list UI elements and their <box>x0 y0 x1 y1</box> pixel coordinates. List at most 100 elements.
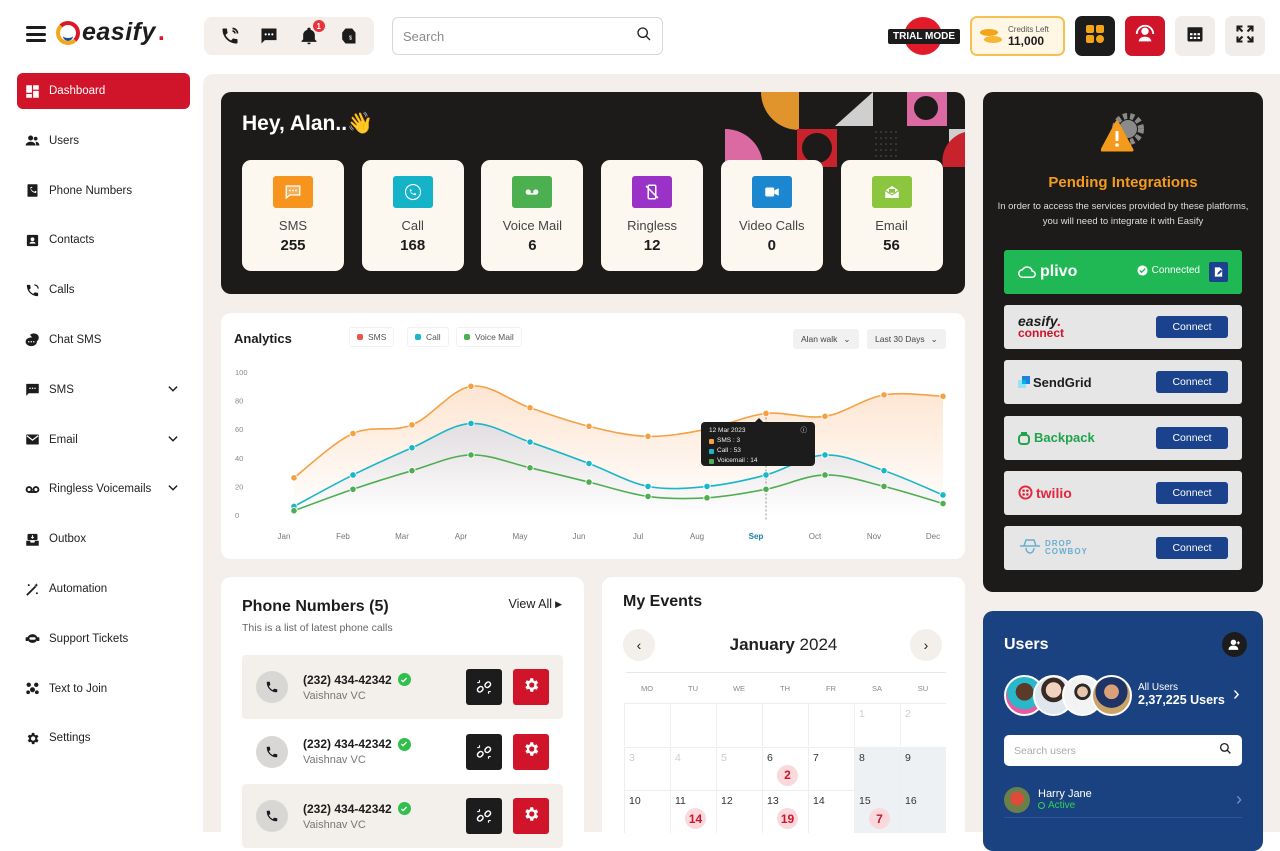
stat-card-email[interactable]: Email 56 <box>840 160 943 271</box>
settings-button[interactable] <box>513 733 549 770</box>
analytics-line-chart[interactable]: 0 20 40 60 80 100 Jan Feb Mar Apr May Jun Jul Aug Sep O… <box>221 313 965 559</box>
unlink-button[interactable] <box>466 733 502 770</box>
users-count: 2,37,225 Users <box>1138 693 1225 707</box>
calendar-day[interactable]: 16 <box>900 790 946 833</box>
connect-button[interactable]: Connect <box>1156 371 1228 394</box>
calendar-day[interactable]: 11 14 <box>670 790 716 833</box>
data-point-sms <box>290 474 298 482</box>
calendar-day[interactable] <box>624 703 670 746</box>
calendar-day[interactable]: 3 <box>624 746 670 790</box>
add-user-button[interactable] <box>1222 632 1247 657</box>
all-users-link[interactable]: All Users 2,37,225 Users <box>1138 681 1225 707</box>
calendar-day[interactable]: 14 <box>808 790 854 833</box>
gear-icon <box>25 731 40 746</box>
calendar-day[interactable]: 62 <box>762 746 808 790</box>
greeting-text: Hey, Alan.. <box>242 112 348 135</box>
sidebar-item-ringless-voicemails[interactable]: Ringless Voicemails <box>17 471 190 507</box>
stat-card-video-calls[interactable]: Video Calls 0 <box>720 160 823 271</box>
sidebar-item-settings[interactable]: Settings <box>17 720 190 756</box>
user-list-item[interactable]: Harry Jane Active › <box>1004 782 1242 818</box>
chevron-right-icon[interactable]: › <box>1233 683 1240 706</box>
stat-card-call[interactable]: Call 168 <box>361 160 464 271</box>
connect-button[interactable]: Connect <box>1156 481 1228 504</box>
calendar-day[interactable]: 8 <box>854 746 900 790</box>
phone-number: (232) 434-42342 <box>303 672 392 687</box>
support-agent-button[interactable] <box>1125 16 1165 56</box>
chat-icon[interactable] <box>257 24 281 48</box>
calendar-day[interactable]: 4 <box>670 746 716 790</box>
group-icon <box>25 681 40 696</box>
sidebar-item-sms[interactable]: SMS <box>17 372 190 408</box>
menu-toggle-button[interactable] <box>26 26 46 42</box>
search-input[interactable] <box>403 28 636 44</box>
broken-link-icon <box>476 809 492 823</box>
bell-icon[interactable]: 1 <box>297 20 325 48</box>
apps-button[interactable] <box>1075 16 1115 56</box>
connect-button[interactable]: Connect <box>1156 316 1228 339</box>
credits-widget[interactable]: Credits Left 11,000 <box>970 16 1065 56</box>
sidebar-item-email[interactable]: Email <box>17 422 190 458</box>
data-point-sms <box>880 391 888 399</box>
price-tag-icon[interactable]: $ <box>336 24 360 48</box>
next-month-button[interactable]: › <box>910 629 942 661</box>
sidebar-item-support-tickets[interactable]: Support Tickets <box>17 621 190 657</box>
calendar-day[interactable]: 5 <box>716 746 762 790</box>
edit-integration-button[interactable] <box>1209 262 1228 282</box>
calendar-day[interactable]: 13 19 <box>762 790 808 833</box>
search-icon[interactable] <box>636 26 652 47</box>
integration-row-twilio: twilio Connect <box>1004 470 1242 515</box>
sidebar-item-text-to-join[interactable]: Text to Join <box>17 671 190 707</box>
unlink-button[interactable] <box>466 798 502 834</box>
users-search-input[interactable] <box>1014 744 1219 757</box>
calendar-day[interactable] <box>762 703 808 746</box>
sidebar-item-calls[interactable]: Calls <box>17 272 190 308</box>
stat-label: Video Calls <box>739 218 805 233</box>
search-icon[interactable] <box>1219 742 1232 760</box>
calendar-day[interactable]: 12 <box>716 790 762 833</box>
sidebar-item-label: Text to Join <box>49 682 108 695</box>
prev-month-button[interactable]: ‹ <box>623 629 655 661</box>
calendar-day[interactable] <box>808 703 854 746</box>
sidebar-item-automation[interactable]: Automation <box>17 571 190 607</box>
calendar-day[interactable]: 7 <box>808 746 854 790</box>
data-point-call <box>762 471 770 479</box>
phone-number-row[interactable]: (232) 434-42342 Vaishnav VC <box>242 720 563 784</box>
chevron-down-icon[interactable] <box>166 481 180 498</box>
phone-number-row[interactable]: (232) 434-42342 Vaishnav VC <box>242 784 563 848</box>
sidebar-item-phone-numbers[interactable]: Phone Numbers <box>17 173 190 209</box>
chevron-down-icon[interactable] <box>166 432 180 449</box>
sidebar-item-contacts[interactable]: Contacts <box>17 222 190 258</box>
settings-button[interactable] <box>513 669 549 705</box>
connect-button[interactable]: Connect <box>1156 426 1228 449</box>
calendar-day[interactable]: 2 <box>900 703 946 746</box>
calendar-button[interactable] <box>1175 16 1215 56</box>
calendar-day[interactable]: 9 <box>900 746 946 790</box>
fullscreen-button[interactable] <box>1225 16 1265 56</box>
brand-logo[interactable]: easify. <box>56 18 165 47</box>
connect-button[interactable]: Connect <box>1156 537 1228 559</box>
calendar-day[interactable] <box>716 703 762 746</box>
settings-button[interactable] <box>513 798 549 834</box>
integration-row-drop-cowboy: DROP COWBOY Connect <box>1004 526 1242 570</box>
chevron-down-icon[interactable] <box>166 382 180 399</box>
trial-mode-label: TRIAL MODE <box>888 29 961 44</box>
analytics-card: Analytics SMS Call Voice Mail Alan walk ⌄ L… <box>221 313 965 559</box>
stat-card-sms[interactable]: SMS 255 <box>242 160 344 271</box>
magic-wand-icon <box>25 582 40 597</box>
calendar-day[interactable]: 10 <box>624 790 670 833</box>
calendar-day[interactable]: 15 7 <box>854 790 900 833</box>
data-point-sms <box>349 429 357 438</box>
sidebar-item-outbox[interactable]: Outbox <box>17 521 190 557</box>
sidebar-item-dashboard[interactable]: Dashboard <box>17 73 190 109</box>
unlink-button[interactable] <box>466 669 502 705</box>
sidebar-item-label: Support Tickets <box>49 632 129 645</box>
calendar-day[interactable] <box>670 703 716 746</box>
view-all-link[interactable]: View All ▶ <box>509 597 562 611</box>
stat-card-ringless[interactable]: Ringless 12 <box>601 160 704 271</box>
sidebar-item-users[interactable]: Users <box>17 123 190 159</box>
sidebar-item-chat-sms[interactable]: Chat SMS <box>17 322 190 358</box>
calendar-day[interactable]: 1 <box>854 703 900 746</box>
stat-card-voice-mail[interactable]: Voice Mail 6 <box>481 160 584 271</box>
phone-icon[interactable] <box>218 24 242 48</box>
phone-number-row[interactable]: (232) 434-42342 Vaishnav VC <box>242 655 563 719</box>
